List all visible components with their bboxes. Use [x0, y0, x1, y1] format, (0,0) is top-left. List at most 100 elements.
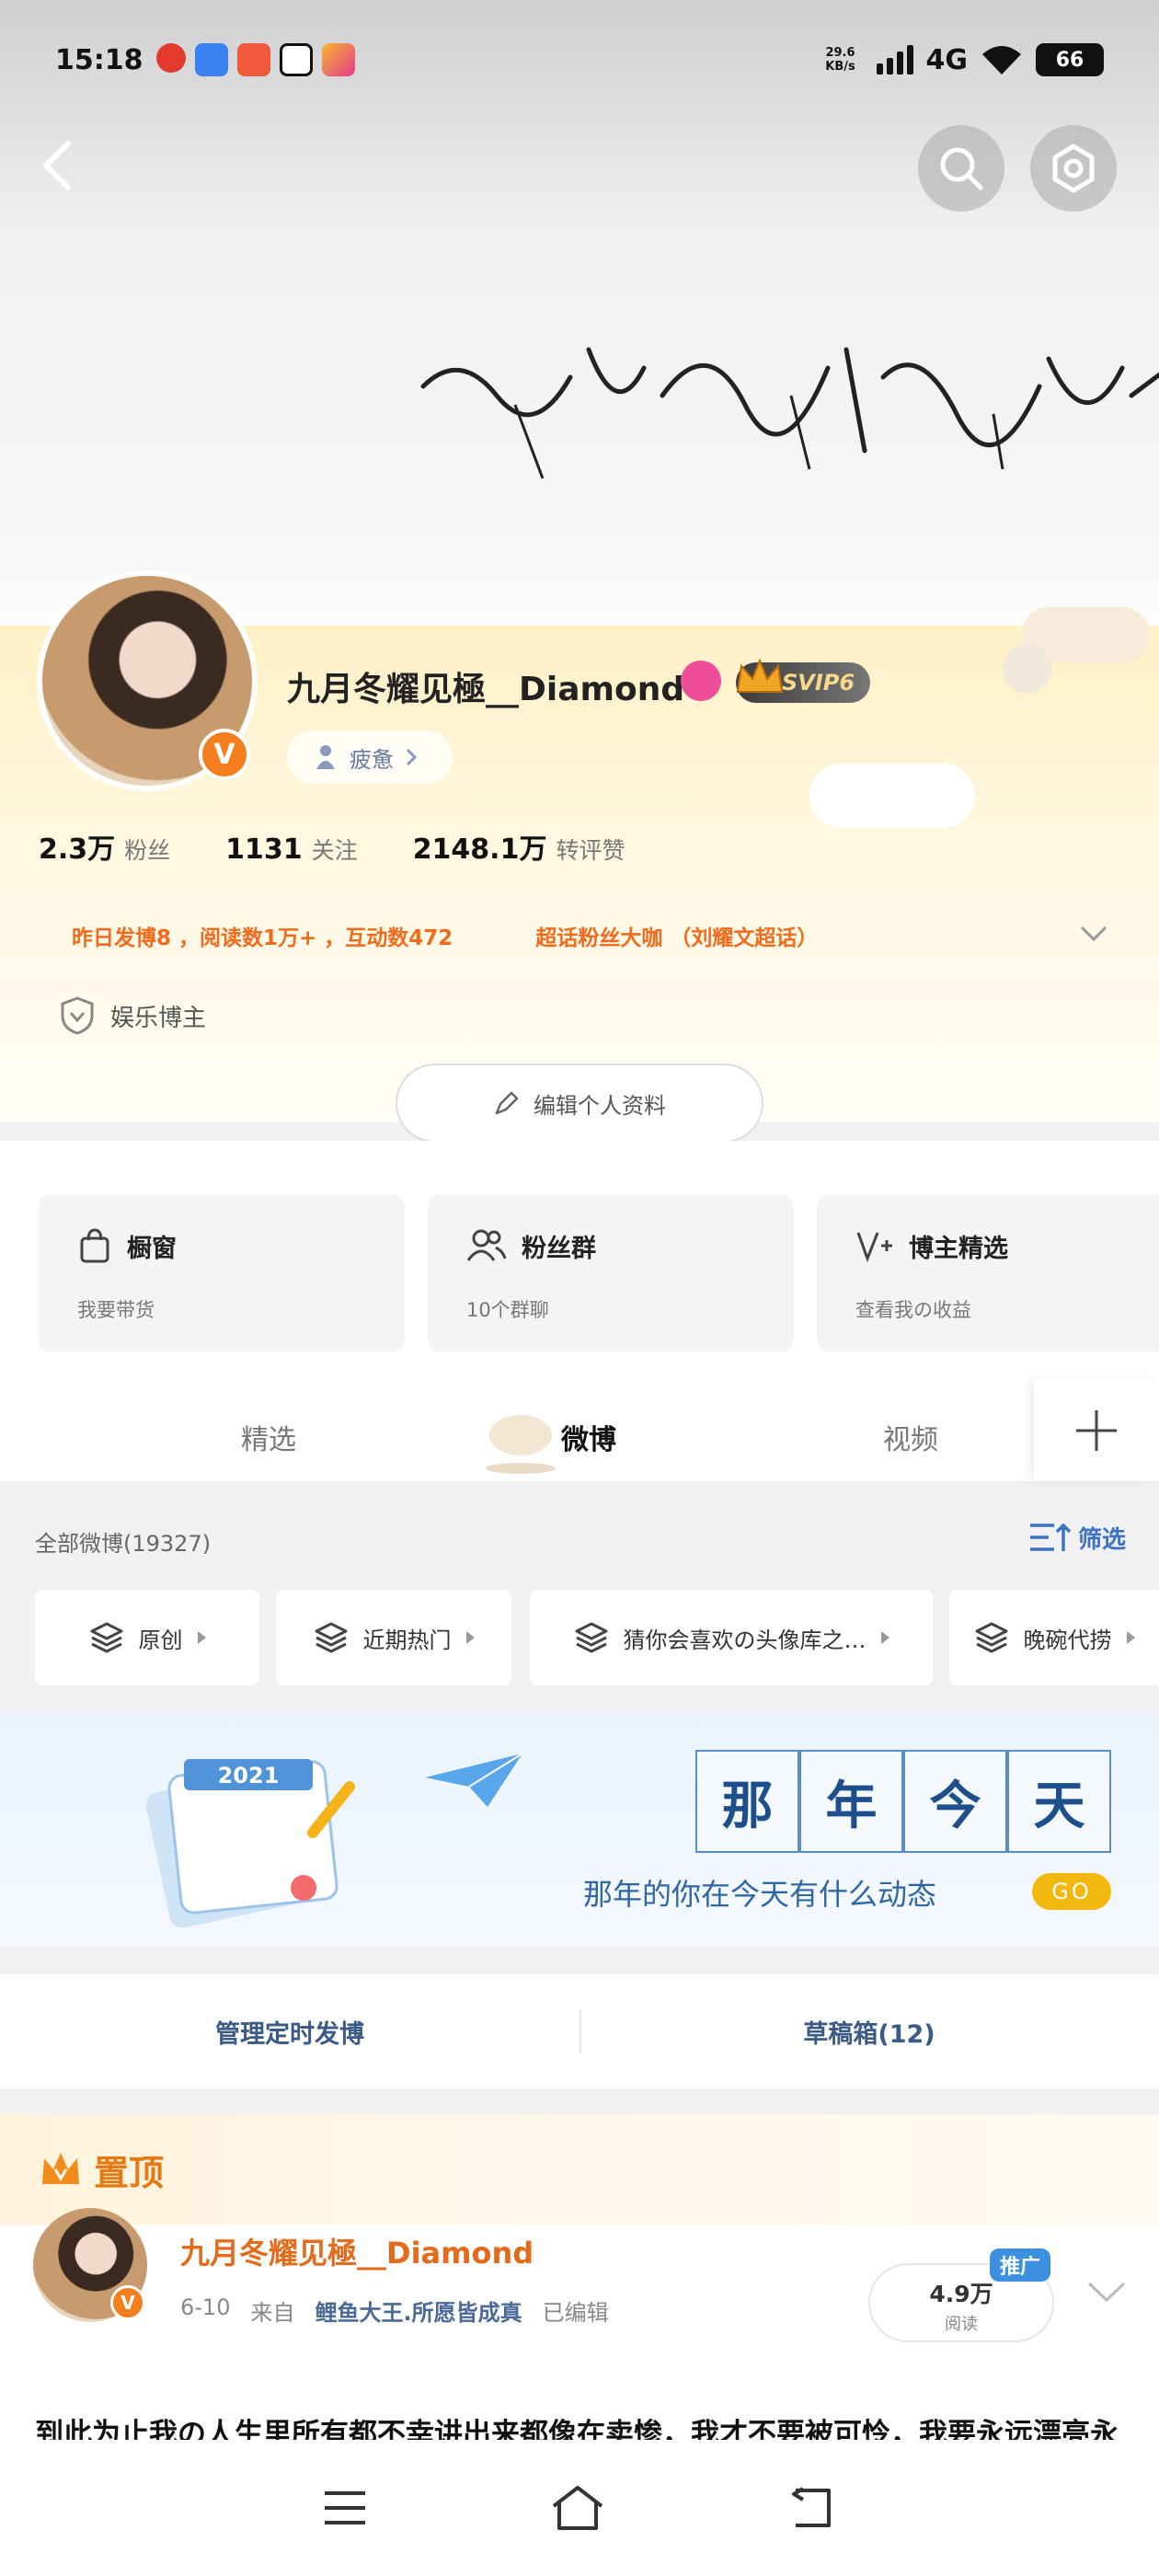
card-shop-window[interactable]: 橱窗 我要带货: [39, 1194, 405, 1352]
caret-right-icon: [880, 1631, 889, 1644]
likes-count: 2148.1万: [412, 834, 547, 866]
home-icon[interactable]: [550, 2484, 605, 2532]
filter-label: 筛选: [1078, 1525, 1127, 1554]
paper-plane-icon: [425, 1753, 523, 1807]
chevron-down-icon[interactable]: [1078, 918, 1109, 949]
network-speed: 29.6 KB/s: [818, 46, 864, 74]
person-icon: [316, 745, 335, 769]
profile-tabs: 精选 微博 视频: [0, 1380, 1159, 1481]
super-topic-tag[interactable]: 超话粉丝大咖 （刘耀文超话）: [535, 920, 818, 951]
edit-profile-button[interactable]: 编辑个人资料: [396, 1064, 763, 1143]
chip-label: 近期热门: [362, 1627, 452, 1653]
card-subtitle: 10个群聊: [466, 1299, 549, 1321]
tab-featured[interactable]: 精选: [241, 1417, 296, 1457]
edited-label: 已编辑: [542, 2300, 609, 2326]
pinned-label: 置顶: [94, 2152, 165, 2193]
memory-banner[interactable]: 2021 那 年 今 天 那年的你在今天有什么动态 GO: [0, 1713, 1159, 1947]
memory-title-char: 天: [1007, 1750, 1111, 1853]
card-fan-group[interactable]: 粉丝群 10个群聊: [428, 1194, 794, 1352]
app-notification-icon: [321, 43, 355, 76]
back-icon[interactable]: [786, 2485, 838, 2531]
search-button[interactable]: [918, 125, 1004, 212]
post-meta: 6-10 来自 鲤鱼大王.所愿皆成真 已编辑: [180, 2294, 609, 2327]
chip-late-night[interactable]: 晚碗代捞: [949, 1590, 1159, 1685]
chip-label: 晚碗代捞: [1023, 1627, 1112, 1653]
calendar-illustration: 2021: [145, 1759, 355, 1928]
app-notification-icon: [279, 43, 313, 76]
layers-icon: [90, 1622, 122, 1653]
post-management: 管理定时发博 草稿箱(12): [0, 1974, 1159, 2088]
memory-title-char: 那: [695, 1750, 799, 1853]
shield-icon: [61, 996, 94, 1035]
layers-icon: [575, 1622, 607, 1653]
shopping-bag-icon: [80, 1228, 109, 1263]
calendar-year: 2021: [218, 1763, 280, 1788]
followers-count[interactable]: 2.3万: [39, 826, 115, 867]
add-tab-button[interactable]: [1034, 1380, 1159, 1481]
go-button[interactable]: GO: [1032, 1873, 1111, 1910]
activity-summary[interactable]: 昨日发博8 ，阅读数1万+ ，互动数472: [72, 920, 453, 951]
crown-icon: [42, 2153, 79, 2184]
filter-button[interactable]: 筛选: [1028, 1520, 1126, 1555]
memory-title-char: 年: [799, 1750, 903, 1853]
signal-icon: [876, 45, 913, 75]
card-title: 博主精选: [909, 1234, 1008, 1263]
post-from-label: 来自: [250, 2300, 295, 2326]
read-count-label: 阅读: [945, 2315, 978, 2334]
network-speed-unit: KB/s: [825, 60, 855, 74]
following-label[interactable]: 关注: [312, 833, 358, 866]
planet-decoration: [1003, 644, 1052, 694]
search-icon: [940, 147, 983, 190]
tab-weibo[interactable]: 微博: [561, 1417, 616, 1457]
system-nav-bar: [0, 2440, 1159, 2576]
battery-level: 66: [1055, 48, 1084, 72]
group-icon: [466, 1229, 507, 1261]
app-notification-icon: [194, 43, 228, 76]
drafts-button[interactable]: 草稿箱(12): [580, 2014, 1159, 2050]
all-posts-count: 全部微博(19327): [35, 1531, 212, 1557]
card-subtitle: 我要带货: [77, 1299, 155, 1321]
verified-badge-icon: V: [110, 2285, 145, 2320]
gear-icon: [1052, 144, 1095, 193]
chip-recent-hot[interactable]: 近期热门: [276, 1590, 511, 1685]
member-badge-icon[interactable]: [681, 661, 721, 701]
category-tag[interactable]: 娱乐博主: [59, 995, 206, 1036]
memory-title: 那 年 今 天: [695, 1750, 1111, 1853]
chip-original[interactable]: 原创: [35, 1590, 259, 1685]
chevron-left-icon[interactable]: [33, 138, 88, 193]
verified-pen-icon: [856, 1232, 892, 1263]
author-name[interactable]: 九月冬耀见極__Diamond: [180, 2230, 534, 2272]
category-label: 娱乐博主: [110, 1004, 207, 1032]
pinned-header: 置顶: [0, 2114, 1159, 2225]
profile-tags: 昨日发博8 ，阅读数1万+ ，互动数472 超话粉丝大咖 （刘耀文超话）: [72, 920, 818, 951]
chevron-down-icon[interactable]: [1085, 2278, 1128, 2306]
notification-icons: [155, 43, 355, 76]
card-creator-picks[interactable]: 博主精选 查看我の收益: [817, 1194, 1159, 1352]
network-type: 4G: [925, 43, 969, 76]
promote-badge[interactable]: 推广: [990, 2248, 1050, 2282]
divider: [580, 2009, 581, 2053]
chip-avatar-collection[interactable]: 猜你会喜欢の头像库之…: [530, 1590, 933, 1685]
layers-icon: [975, 1622, 1007, 1653]
profile-username: 九月冬耀见極__Diamond: [287, 671, 685, 708]
menu-icon[interactable]: [321, 2488, 369, 2528]
wifi-icon: [982, 46, 1021, 75]
memory-subtitle: 那年的你在今天有什么动态: [583, 1877, 937, 1912]
layers-icon: [315, 1622, 347, 1653]
tab-video[interactable]: 视频: [883, 1417, 938, 1457]
card-title: 橱窗: [127, 1234, 177, 1263]
following-count[interactable]: 1131: [225, 834, 303, 866]
scheduled-posts-button[interactable]: 管理定时发博: [0, 2014, 580, 2050]
card-title: 粉丝群: [522, 1234, 596, 1263]
status-time: 15:18: [55, 43, 143, 76]
settings-button[interactable]: [1030, 125, 1117, 212]
post-date: 6-10: [180, 2294, 231, 2320]
caret-right-icon: [1126, 1631, 1135, 1644]
mood-label: 疲惫: [350, 746, 394, 773]
followers-label[interactable]: 粉丝: [124, 833, 170, 866]
likes-label: 转评赞: [556, 837, 625, 864]
calligraphy-art: [420, 347, 1159, 479]
post-source[interactable]: 鲤鱼大王.所愿皆成真: [315, 2294, 522, 2327]
pencil-icon: [495, 1091, 519, 1115]
mood-status-pill[interactable]: 疲惫: [287, 730, 453, 784]
